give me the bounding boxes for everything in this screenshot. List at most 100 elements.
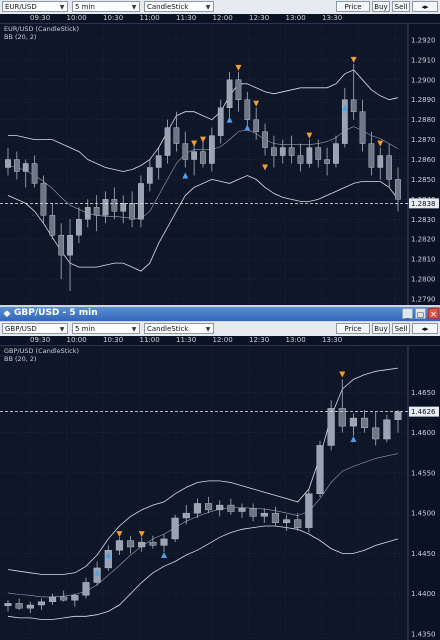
- time-tick-label: 10:00: [66, 336, 87, 344]
- candle: [306, 139, 313, 168]
- candle-body: [359, 111, 366, 144]
- candle-body: [93, 207, 100, 216]
- candle: [205, 497, 213, 514]
- price-chart[interactable]: 1.2920 1.2910 1.2900 1.2890 1.2880 1.2870 1.28…: [0, 24, 440, 305]
- chevron-down-icon: ▼: [205, 326, 211, 333]
- scroll-button[interactable]: ◂▸: [412, 1, 438, 12]
- candle: [359, 99, 366, 152]
- time-tick-label: 13:00: [285, 14, 306, 22]
- candle-body: [253, 119, 260, 132]
- candle-body: [67, 235, 73, 256]
- candle: [341, 87, 348, 148]
- time-tick-label: 10:00: [66, 14, 87, 22]
- candle-body: [58, 235, 65, 256]
- price-tick-label: 1.4550: [411, 469, 436, 477]
- interval-select[interactable]: 5 min ▼: [72, 323, 140, 334]
- buy-button[interactable]: Buy: [372, 1, 390, 12]
- candle-body: [294, 519, 302, 528]
- candle: [76, 207, 82, 244]
- window-titlebar[interactable]: ◆ GBP/USD - 5 min _ ▢ ✕: [0, 307, 440, 321]
- candle-body: [305, 493, 313, 528]
- candle: [26, 601, 34, 614]
- price-box-button[interactable]: Price Box: [336, 1, 370, 21]
- time-tick-label: 10:30: [103, 336, 124, 344]
- close-button[interactable]: ✕: [428, 308, 439, 319]
- candle-body: [386, 155, 392, 180]
- candle: [361, 410, 369, 433]
- candle-body: [37, 601, 45, 606]
- chevron-down-icon: ▼: [131, 326, 137, 333]
- candle: [395, 167, 401, 212]
- candle-body: [60, 596, 68, 601]
- candle: [129, 191, 135, 228]
- symbol-select[interactable]: EUR/USD ▼: [2, 1, 68, 12]
- candle-body: [350, 99, 357, 112]
- candle: [217, 99, 224, 144]
- candle-body: [297, 155, 304, 164]
- symbol-select[interactable]: GBP/USD ▼: [2, 323, 68, 334]
- candle-body: [15, 603, 23, 609]
- time-tick-label: 09:30: [30, 14, 51, 22]
- sell-button[interactable]: Sell: [392, 1, 410, 12]
- time-tick-label: 11:30: [176, 14, 197, 22]
- sell-button[interactable]: Sell: [392, 323, 410, 334]
- price-tick-label: 1.4500: [411, 510, 436, 518]
- chevron-down-icon: ▼: [59, 326, 65, 333]
- chart-type-select[interactable]: CandleStick ▼: [144, 323, 214, 334]
- candle-body: [31, 163, 38, 184]
- candle-body: [209, 135, 215, 164]
- price-chart[interactable]: 1.4650 1.4600 1.4550 1.4500 1.4450 1.4400 1.43…: [0, 346, 440, 640]
- buy-signal-arrow-icon: [182, 172, 189, 179]
- candle-body: [84, 207, 91, 220]
- candle-body: [76, 219, 82, 236]
- chart-type-select-value: CandleStick: [147, 3, 189, 11]
- chart-app-icon: ◆: [3, 309, 11, 319]
- candle: [171, 514, 179, 543]
- candle-body: [120, 203, 127, 212]
- candle-body: [377, 155, 384, 168]
- time-tick-label: 09:30: [30, 336, 51, 344]
- candle: [5, 147, 11, 176]
- candle-body: [22, 163, 29, 172]
- candle-body: [160, 538, 168, 546]
- candle: [49, 593, 57, 605]
- candle: [67, 219, 73, 292]
- candle-body: [216, 504, 224, 511]
- candle: [244, 91, 251, 128]
- candle-body: [327, 408, 335, 446]
- scroll-button[interactable]: ◂▸: [412, 323, 438, 334]
- candle-body: [129, 203, 135, 220]
- candle-body: [271, 147, 277, 156]
- buy-button[interactable]: Buy: [372, 323, 390, 334]
- minimize-button[interactable]: _: [402, 308, 413, 319]
- interval-select-value: 5 min: [75, 325, 95, 333]
- window-title: GBP/USD - 5 min: [14, 308, 98, 318]
- gbpusd-chart-window: ◆ GBP/USD - 5 min _ ▢ ✕ GBP/USD ▼ 5 min ▼ …: [0, 307, 440, 640]
- chart-canvas: 1.4650 1.4600 1.4550 1.4500 1.4450 1.4400 1.43…: [0, 346, 440, 640]
- chart-legend: GBP/USD (CandleStick) BB (20, 2): [4, 347, 79, 363]
- candle: [262, 123, 268, 156]
- candle: [71, 593, 79, 607]
- candle: [209, 127, 215, 172]
- price-box-button[interactable]: Price Box: [336, 323, 370, 343]
- chevron-down-icon: ▼: [131, 4, 137, 11]
- interval-select[interactable]: 5 min ▼: [72, 1, 140, 12]
- candle: [333, 135, 339, 168]
- candle-body: [26, 604, 34, 609]
- price-tick-label: 1.2920: [411, 36, 436, 44]
- candle: [4, 600, 12, 612]
- sell-signal-arrow-icon: [191, 140, 198, 147]
- candle: [193, 498, 201, 518]
- chart-type-select[interactable]: CandleStick ▼: [144, 1, 214, 12]
- candle-body: [361, 417, 369, 428]
- candle: [155, 147, 162, 180]
- candle-body: [5, 159, 11, 168]
- candle-body: [306, 147, 313, 164]
- candle-body: [394, 411, 402, 420]
- candle-body: [102, 199, 109, 216]
- candle-body: [173, 127, 180, 144]
- time-tick-label: 12:00: [212, 336, 233, 344]
- sell-signal-arrow-icon: [377, 140, 384, 147]
- restore-button[interactable]: ▢: [415, 308, 426, 319]
- sell-signal-arrow-icon: [200, 136, 206, 143]
